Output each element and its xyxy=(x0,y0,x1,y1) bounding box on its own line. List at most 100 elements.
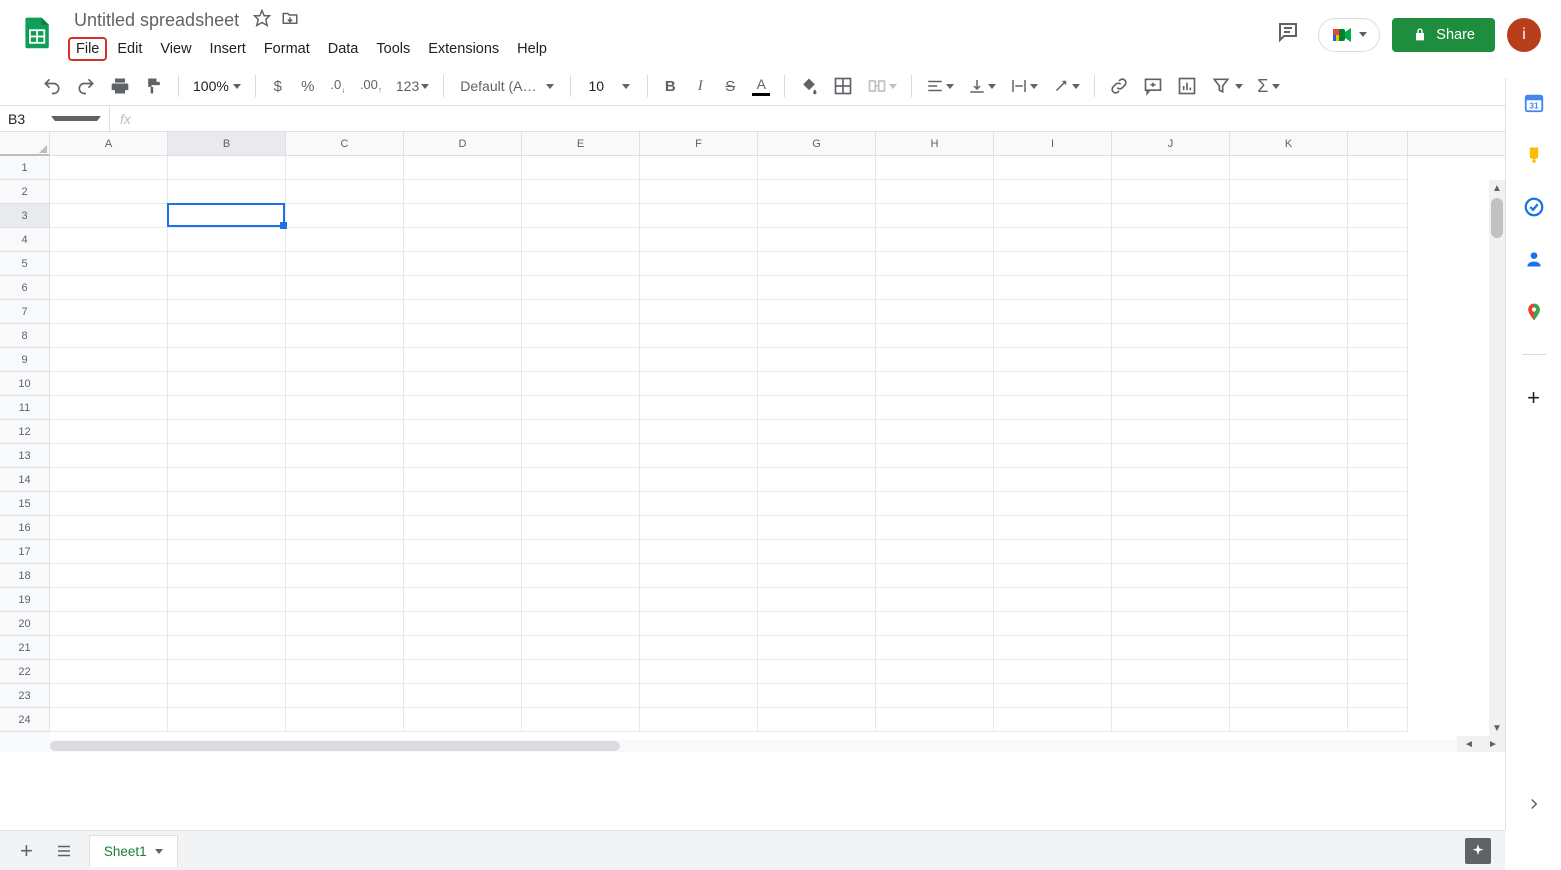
cell[interactable] xyxy=(1348,156,1408,180)
cell[interactable] xyxy=(50,276,168,300)
cell[interactable] xyxy=(1348,180,1408,204)
cell[interactable] xyxy=(168,516,286,540)
cell[interactable] xyxy=(1348,612,1408,636)
cell[interactable] xyxy=(286,564,404,588)
cell[interactable] xyxy=(1112,252,1230,276)
text-rotation-button[interactable] xyxy=(1046,71,1086,101)
row-header[interactable]: 24 xyxy=(0,708,50,732)
cell[interactable] xyxy=(758,588,876,612)
cell[interactable] xyxy=(994,444,1112,468)
cell[interactable] xyxy=(522,660,640,684)
cell[interactable] xyxy=(286,612,404,636)
column-header[interactable]: E xyxy=(522,132,640,155)
cell[interactable] xyxy=(404,636,522,660)
row-header[interactable]: 16 xyxy=(0,516,50,540)
cell[interactable] xyxy=(50,396,168,420)
cell[interactable] xyxy=(50,372,168,396)
cell[interactable] xyxy=(286,276,404,300)
cell[interactable] xyxy=(1230,372,1348,396)
cell[interactable] xyxy=(522,228,640,252)
cell[interactable] xyxy=(522,612,640,636)
cell[interactable] xyxy=(640,372,758,396)
cell[interactable] xyxy=(404,372,522,396)
cell[interactable] xyxy=(404,324,522,348)
cell[interactable] xyxy=(994,636,1112,660)
calendar-icon[interactable]: 31 xyxy=(1523,92,1545,114)
cell[interactable] xyxy=(50,228,168,252)
cell[interactable] xyxy=(640,324,758,348)
row-header[interactable]: 4 xyxy=(0,228,50,252)
cell[interactable] xyxy=(286,684,404,708)
cell[interactable] xyxy=(758,420,876,444)
cell[interactable] xyxy=(994,156,1112,180)
cell[interactable] xyxy=(876,300,994,324)
cell[interactable] xyxy=(876,684,994,708)
cell[interactable] xyxy=(50,252,168,276)
cell[interactable] xyxy=(404,348,522,372)
cell[interactable] xyxy=(286,156,404,180)
cell[interactable] xyxy=(994,468,1112,492)
cell[interactable] xyxy=(1112,540,1230,564)
cell[interactable] xyxy=(994,588,1112,612)
add-sheet-button[interactable]: + xyxy=(14,832,39,870)
insert-comment-button[interactable] xyxy=(1137,71,1169,101)
cell[interactable] xyxy=(876,612,994,636)
cell[interactable] xyxy=(286,660,404,684)
cell[interactable] xyxy=(640,684,758,708)
cell[interactable] xyxy=(1112,708,1230,732)
decrease-decimal-button[interactable]: .0↓ xyxy=(324,71,352,101)
cell[interactable] xyxy=(1348,420,1408,444)
cell[interactable] xyxy=(994,564,1112,588)
cell[interactable] xyxy=(1230,156,1348,180)
cell[interactable] xyxy=(994,324,1112,348)
cell[interactable] xyxy=(286,492,404,516)
cell[interactable] xyxy=(1348,396,1408,420)
cell[interactable] xyxy=(404,252,522,276)
cell[interactable] xyxy=(1348,444,1408,468)
cell[interactable] xyxy=(1348,492,1408,516)
cell[interactable] xyxy=(876,204,994,228)
functions-button[interactable]: Σ xyxy=(1251,71,1286,101)
row-header[interactable]: 18 xyxy=(0,564,50,588)
strikethrough-button[interactable]: S xyxy=(716,71,744,101)
cell[interactable] xyxy=(1230,492,1348,516)
cell[interactable] xyxy=(758,276,876,300)
cell[interactable] xyxy=(522,324,640,348)
italic-button[interactable]: I xyxy=(686,71,714,101)
cell[interactable] xyxy=(522,684,640,708)
column-header[interactable]: I xyxy=(994,132,1112,155)
menu-help[interactable]: Help xyxy=(509,37,555,61)
cell[interactable] xyxy=(1230,540,1348,564)
cell[interactable] xyxy=(758,660,876,684)
menu-tools[interactable]: Tools xyxy=(368,37,418,61)
row-header[interactable]: 20 xyxy=(0,612,50,636)
cell[interactable] xyxy=(286,516,404,540)
cell[interactable] xyxy=(522,180,640,204)
cell[interactable] xyxy=(758,156,876,180)
cell[interactable] xyxy=(640,540,758,564)
cell[interactable] xyxy=(1230,300,1348,324)
cell[interactable] xyxy=(168,420,286,444)
cells-area[interactable] xyxy=(50,156,1505,752)
vertical-scroll-thumb[interactable] xyxy=(1491,198,1503,238)
row-header[interactable]: 3 xyxy=(0,204,50,228)
meet-button[interactable] xyxy=(1318,18,1380,52)
cell[interactable] xyxy=(640,204,758,228)
scroll-down-icon[interactable]: ▼ xyxy=(1489,720,1505,736)
cell[interactable] xyxy=(1348,684,1408,708)
cell[interactable] xyxy=(876,660,994,684)
cell[interactable] xyxy=(1230,420,1348,444)
cell[interactable] xyxy=(994,420,1112,444)
cell[interactable] xyxy=(50,156,168,180)
cell[interactable] xyxy=(50,324,168,348)
cell[interactable] xyxy=(522,372,640,396)
cell[interactable] xyxy=(1230,228,1348,252)
text-wrap-button[interactable] xyxy=(1004,71,1044,101)
cell[interactable] xyxy=(1348,372,1408,396)
cell[interactable] xyxy=(640,564,758,588)
cell[interactable] xyxy=(1230,684,1348,708)
fill-color-button[interactable] xyxy=(793,71,825,101)
cell[interactable] xyxy=(876,444,994,468)
cell[interactable] xyxy=(1112,468,1230,492)
cell[interactable] xyxy=(1112,276,1230,300)
